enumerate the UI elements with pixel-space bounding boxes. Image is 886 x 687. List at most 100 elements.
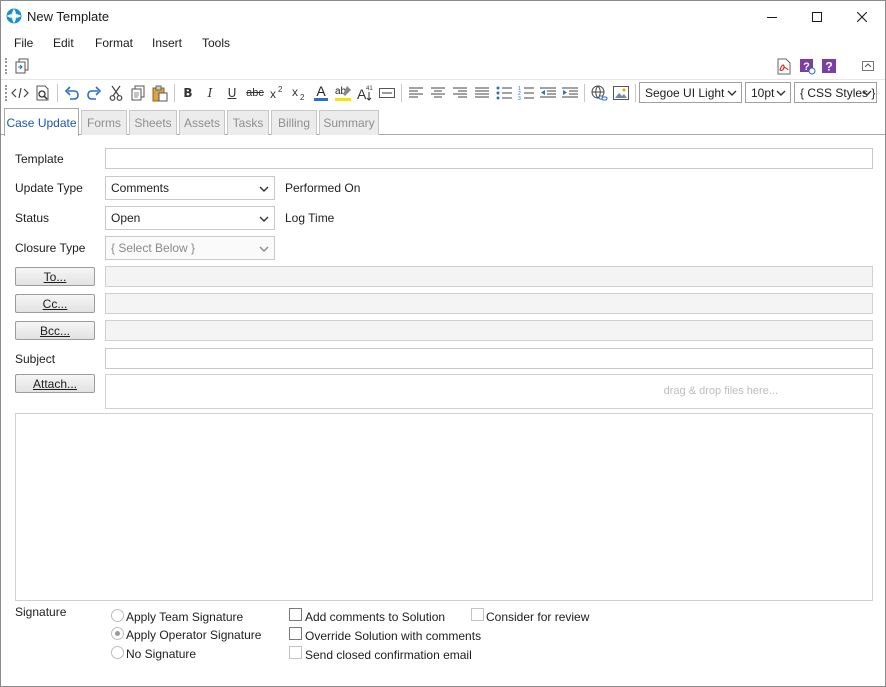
toolbar-separator [584, 84, 585, 102]
undo-icon[interactable] [62, 83, 82, 103]
no-signature-label: No Signature [126, 647, 197, 661]
tab-case-update[interactable]: Case Update [4, 108, 79, 136]
subscript-icon[interactable]: x2 [289, 83, 309, 103]
print-preview-icon[interactable] [33, 83, 53, 103]
status-label: Status [15, 211, 50, 225]
font-size-icon[interactable]: A 41 [355, 83, 375, 103]
tab-assets[interactable]: Assets [179, 110, 225, 135]
maximize-button[interactable] [794, 1, 840, 32]
cut-icon[interactable] [106, 83, 126, 103]
toolbar-separator [635, 84, 636, 102]
update-type-select[interactable]: Comments [105, 176, 275, 200]
insert-image-icon[interactable] [611, 83, 631, 103]
help-icon[interactable]: ? [819, 56, 839, 76]
numbered-list-icon[interactable]: 123 [516, 83, 536, 103]
superscript-icon[interactable]: x2 [267, 83, 287, 103]
font-size-select[interactable]: 10pt [745, 82, 791, 103]
copy-template-icon[interactable] [12, 56, 32, 76]
tab-sheets[interactable]: Sheets [129, 110, 177, 135]
to-button[interactable]: To... [15, 267, 95, 286]
tab-forms[interactable]: Forms [81, 110, 127, 135]
outdent-icon[interactable] [538, 83, 558, 103]
checkbox-consider-review[interactable] [471, 608, 484, 621]
strikethrough-icon[interactable]: abc [244, 83, 266, 103]
status-select[interactable]: Open [105, 206, 275, 230]
svg-text:x: x [292, 85, 298, 99]
menu-file[interactable]: File [14, 36, 33, 50]
bcc-button[interactable]: Bcc... [15, 321, 95, 340]
radio-team-signature[interactable] [111, 609, 124, 622]
consider-review-label: Consider for review [486, 610, 590, 624]
svg-text:?: ? [825, 60, 832, 74]
add-comments-label: Add comments to Solution [305, 610, 446, 624]
align-left-icon[interactable] [406, 83, 426, 103]
closure-type-select[interactable]: { Select Below } [105, 236, 275, 260]
minimize-button[interactable] [749, 1, 795, 32]
title-bar: New Template [1, 1, 885, 32]
close-icon [857, 11, 867, 22]
css-styles-select[interactable]: { CSS Styles } [794, 82, 877, 103]
radio-operator-signature[interactable] [111, 627, 124, 640]
menu-format[interactable]: Format [95, 36, 133, 50]
template-label: Template [15, 152, 64, 166]
font-color-icon[interactable]: A [311, 83, 331, 103]
chevron-down-icon [259, 186, 269, 192]
log-time-label: Log Time [285, 211, 335, 225]
redo-icon[interactable] [84, 83, 104, 103]
checkbox-override-solution[interactable] [289, 627, 302, 640]
template-input[interactable] [105, 148, 873, 169]
cc-field[interactable] [105, 293, 873, 314]
subject-label: Subject [15, 352, 56, 366]
chevron-down-icon [862, 90, 872, 96]
tab-summary[interactable]: Summary [319, 110, 379, 135]
svg-text:A: A [316, 84, 326, 99]
insert-link-icon[interactable] [589, 83, 609, 103]
paste-icon[interactable] [150, 83, 170, 103]
menu-insert[interactable]: Insert [152, 36, 182, 50]
attachment-dropzone[interactable]: drag & drop files here... [105, 374, 873, 409]
justify-icon[interactable] [472, 83, 492, 103]
cc-button[interactable]: Cc... [15, 294, 95, 313]
highlight-color-icon[interactable]: ab [333, 83, 353, 103]
cc-button-label: Cc... [42, 296, 68, 311]
pdf-export-icon[interactable] [774, 56, 794, 76]
subject-input[interactable] [105, 348, 873, 369]
chevron-down-icon [259, 246, 269, 252]
help-link-icon[interactable]: ? [797, 56, 817, 76]
chevron-down-icon [776, 90, 786, 96]
italic-icon[interactable]: I [200, 83, 220, 103]
tab-billing[interactable]: Billing [271, 110, 317, 135]
collapse-toolbar-icon[interactable] [860, 58, 876, 74]
copy-icon[interactable] [128, 83, 148, 103]
toolbar-separator [57, 84, 58, 102]
svg-text:x: x [270, 87, 276, 100]
closure-type-value: { Select Below } [111, 241, 196, 255]
bullet-list-icon[interactable] [494, 83, 514, 103]
indent-icon[interactable] [560, 83, 580, 103]
underline-icon[interactable]: U [222, 83, 242, 103]
tab-bar: Case Update Forms Sheets Assets Tasks Bi… [1, 108, 885, 136]
align-right-icon[interactable] [450, 83, 470, 103]
font-family-value: Segoe UI Light [645, 85, 725, 100]
to-field[interactable] [105, 266, 873, 287]
bcc-button-label: Bcc... [39, 323, 70, 338]
tab-tasks[interactable]: Tasks [227, 110, 269, 135]
checkbox-send-confirmation[interactable] [289, 646, 302, 659]
checkbox-add-comments[interactable] [289, 608, 302, 621]
horizontal-rule-icon[interactable] [377, 83, 397, 103]
menu-edit[interactable]: Edit [53, 36, 74, 50]
html-source-icon[interactable] [10, 83, 30, 103]
svg-text:3: 3 [518, 96, 521, 101]
toolbar-separator [401, 84, 402, 102]
message-editor[interactable] [15, 413, 873, 601]
menu-tools[interactable]: Tools [202, 36, 230, 50]
window-title: New Template [27, 9, 110, 24]
align-center-icon[interactable] [428, 83, 448, 103]
bold-icon[interactable]: B [178, 83, 198, 103]
attach-button[interactable]: Attach... [15, 374, 95, 393]
close-button[interactable] [839, 1, 885, 32]
attach-button-label: Attach... [32, 376, 78, 391]
radio-no-signature[interactable] [111, 646, 124, 659]
font-family-select[interactable]: Segoe UI Light [639, 82, 742, 103]
bcc-field[interactable] [105, 320, 873, 341]
